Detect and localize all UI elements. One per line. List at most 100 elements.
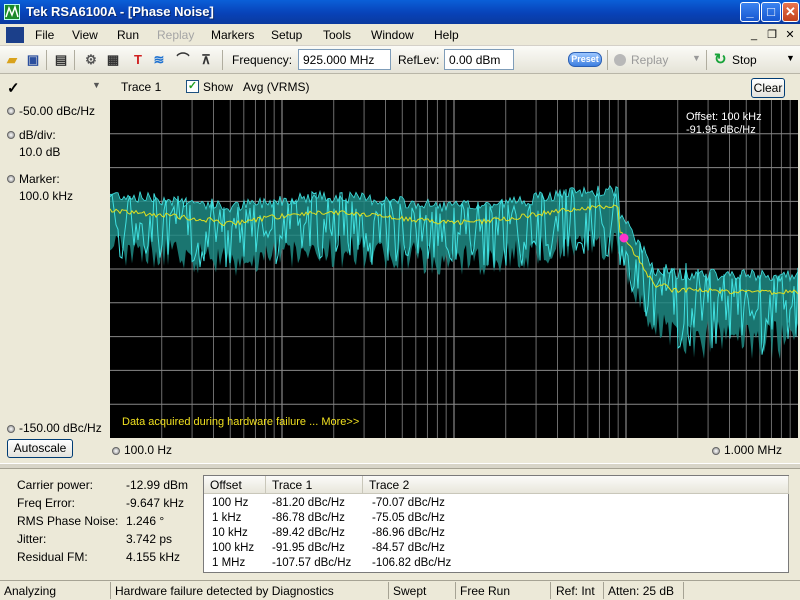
trigger-icon[interactable]: T (129, 51, 147, 69)
status-trigger: Free Run (460, 584, 511, 598)
frequency-input[interactable] (298, 49, 391, 70)
offset-table[interactable]: Offset Trace 1 Trace 2 100 Hz -81.20 dBc/… (203, 475, 789, 573)
carrier-power-label: Carrier power: (17, 478, 94, 492)
displays-icon[interactable]: ▦ (104, 51, 122, 69)
menu-file[interactable]: File (35, 28, 54, 42)
table-cell: -86.96 dBc/Hz (372, 527, 445, 539)
table-cell: -86.78 dBc/Hz (272, 512, 345, 524)
bottom-value-knob-icon[interactable] (7, 425, 15, 433)
jitter-label: Jitter: (17, 532, 47, 546)
bottom-value[interactable]: -150.00 dBc/Hz (19, 421, 102, 435)
reflev-label: RefLev: (398, 53, 440, 67)
menu-view[interactable]: View (72, 28, 98, 42)
mdi-minimize-icon[interactable]: _ (746, 27, 762, 43)
save-icon[interactable]: ▣ (24, 51, 42, 69)
open-folder-icon[interactable]: ▰ (3, 51, 21, 69)
table-cell: -70.07 dBc/Hz (372, 497, 445, 509)
stop-button[interactable]: Stop (732, 53, 757, 67)
close-button[interactable]: ✕ (782, 2, 799, 22)
residual-fm-value: 4.155 kHz (126, 550, 181, 564)
marker-readout: Offset: 100 kHz -91.95 dBc/Hz (686, 111, 762, 137)
frequency-label: Frequency: (232, 53, 293, 67)
status-state: Analyzing (4, 584, 57, 598)
show-label: Show (203, 80, 234, 94)
freq-error-value: -9.647 kHz (126, 496, 185, 510)
column-header-trace2[interactable]: Trace 2 (363, 476, 789, 494)
column-header-offset[interactable]: Offset (204, 476, 266, 494)
x-start-value[interactable]: 100.0 Hz (124, 443, 172, 457)
panel-dropdown-icon[interactable]: ▼ (92, 80, 101, 90)
window-title: Tek RSA6100A - [Phase Noise] (26, 4, 214, 19)
menu-replay[interactable]: Replay (157, 28, 194, 42)
menu-tools[interactable]: Tools (323, 28, 351, 42)
stop-dropdown-icon[interactable]: ▼ (786, 53, 795, 63)
table-cell: -81.20 dBc/Hz (272, 497, 345, 509)
table-cell: -89.42 dBc/Hz (272, 527, 345, 539)
freq-error-label: Freq Error: (17, 496, 76, 510)
table-cell: -91.95 dBc/Hz (272, 542, 345, 554)
checkmark-icon[interactable]: ✓ (7, 79, 20, 97)
rms-phase-noise-value: 1.246 ° (126, 514, 165, 528)
menu-bar: File View Run Replay Markers Setup Tools… (0, 24, 800, 46)
acquire-icon[interactable]: ⌒ (174, 51, 192, 69)
reflev-input[interactable] (444, 49, 514, 70)
maximize-button[interactable]: □ (761, 2, 781, 22)
table-cell: 10 kHz (212, 527, 248, 539)
replay-icon (614, 54, 626, 66)
div-label: dB/div: (19, 128, 56, 142)
preset-button[interactable]: Preset (568, 52, 602, 67)
replay-dropdown-icon[interactable]: ▼ (692, 53, 701, 63)
toolbar: ▰ ▣ ▤ ⚙ ▦ T ≋ ⌒ ⊼ Frequency: RefLev: Pre… (0, 46, 800, 74)
replay-button[interactable]: Replay (631, 53, 668, 67)
top-value-knob-icon[interactable] (7, 107, 15, 115)
mdi-restore-icon[interactable]: ❐ (764, 27, 780, 43)
carrier-power-value: -12.99 dBm (126, 478, 189, 492)
marker-value[interactable]: 100.0 kHz (19, 189, 73, 203)
div-knob-icon[interactable] (7, 131, 15, 139)
menu-window[interactable]: Window (371, 28, 414, 42)
menu-run[interactable]: Run (117, 28, 139, 42)
table-cell: -84.57 dBc/Hz (372, 542, 445, 554)
status-bar: Analyzing Hardware failure detected by D… (0, 580, 800, 600)
column-header-trace1[interactable]: Trace 1 (266, 476, 363, 494)
table-cell: 1 MHz (212, 557, 246, 569)
plot-graph (110, 100, 798, 438)
menu-help[interactable]: Help (434, 28, 459, 42)
trace-selector[interactable]: Trace 1 (121, 80, 161, 100)
markers-icon[interactable]: ⊼ (197, 51, 215, 69)
hardware-failure-message[interactable]: Data acquired during hardware failure ..… (122, 416, 359, 428)
autoscale-button[interactable]: Autoscale (7, 439, 73, 458)
status-atten: Atten: 25 dB (608, 584, 675, 598)
amplitude-icon[interactable]: ≋ (150, 51, 168, 69)
jitter-value: 3.742 ps (126, 532, 173, 546)
table-cell: 1 kHz (212, 512, 242, 524)
phase-noise-plot[interactable]: Offset: 100 kHz -91.95 dBc/Hz Data acqui… (110, 100, 798, 438)
table-cell: 100 kHz (212, 542, 255, 554)
rms-phase-noise-label: RMS Phase Noise: (17, 514, 119, 528)
status-mode: Swept (393, 584, 427, 598)
table-cell: 100 Hz (212, 497, 249, 509)
document-icon[interactable] (6, 27, 24, 43)
status-message[interactable]: Hardware failure detected by Diagnostics (115, 584, 334, 598)
status-ref: Ref: Int (556, 584, 595, 598)
minimize-button[interactable]: _ (740, 2, 760, 22)
div-value[interactable]: 10.0 dB (19, 145, 60, 159)
table-cell: -107.57 dBc/Hz (272, 557, 352, 569)
show-checkbox[interactable]: ✓ (186, 80, 199, 93)
x-stop-value[interactable]: 1.000 MHz (724, 443, 782, 457)
x-start-knob-icon[interactable] (112, 447, 120, 455)
menu-markers[interactable]: Markers (211, 28, 254, 42)
marker-level: -91.95 dBc/Hz (686, 124, 756, 136)
mdi-close-icon[interactable]: ✕ (782, 27, 798, 43)
title-bar: Tek RSA6100A - [Phase Noise] _ □ ✕ (0, 0, 800, 24)
x-stop-knob-icon[interactable] (712, 447, 720, 455)
settings-icon[interactable]: ⚙ (82, 51, 100, 69)
detector-selector[interactable]: Avg (VRMS) (243, 80, 309, 100)
residual-fm-label: Residual FM: (17, 550, 88, 564)
windows-icon[interactable]: ▤ (52, 51, 70, 69)
top-value[interactable]: -50.00 dBc/Hz (19, 104, 95, 118)
marker-knob-icon[interactable] (7, 175, 15, 183)
clear-button[interactable]: Clear (751, 78, 785, 98)
menu-setup[interactable]: Setup (271, 28, 302, 42)
refresh-icon: ↻ (714, 51, 727, 68)
